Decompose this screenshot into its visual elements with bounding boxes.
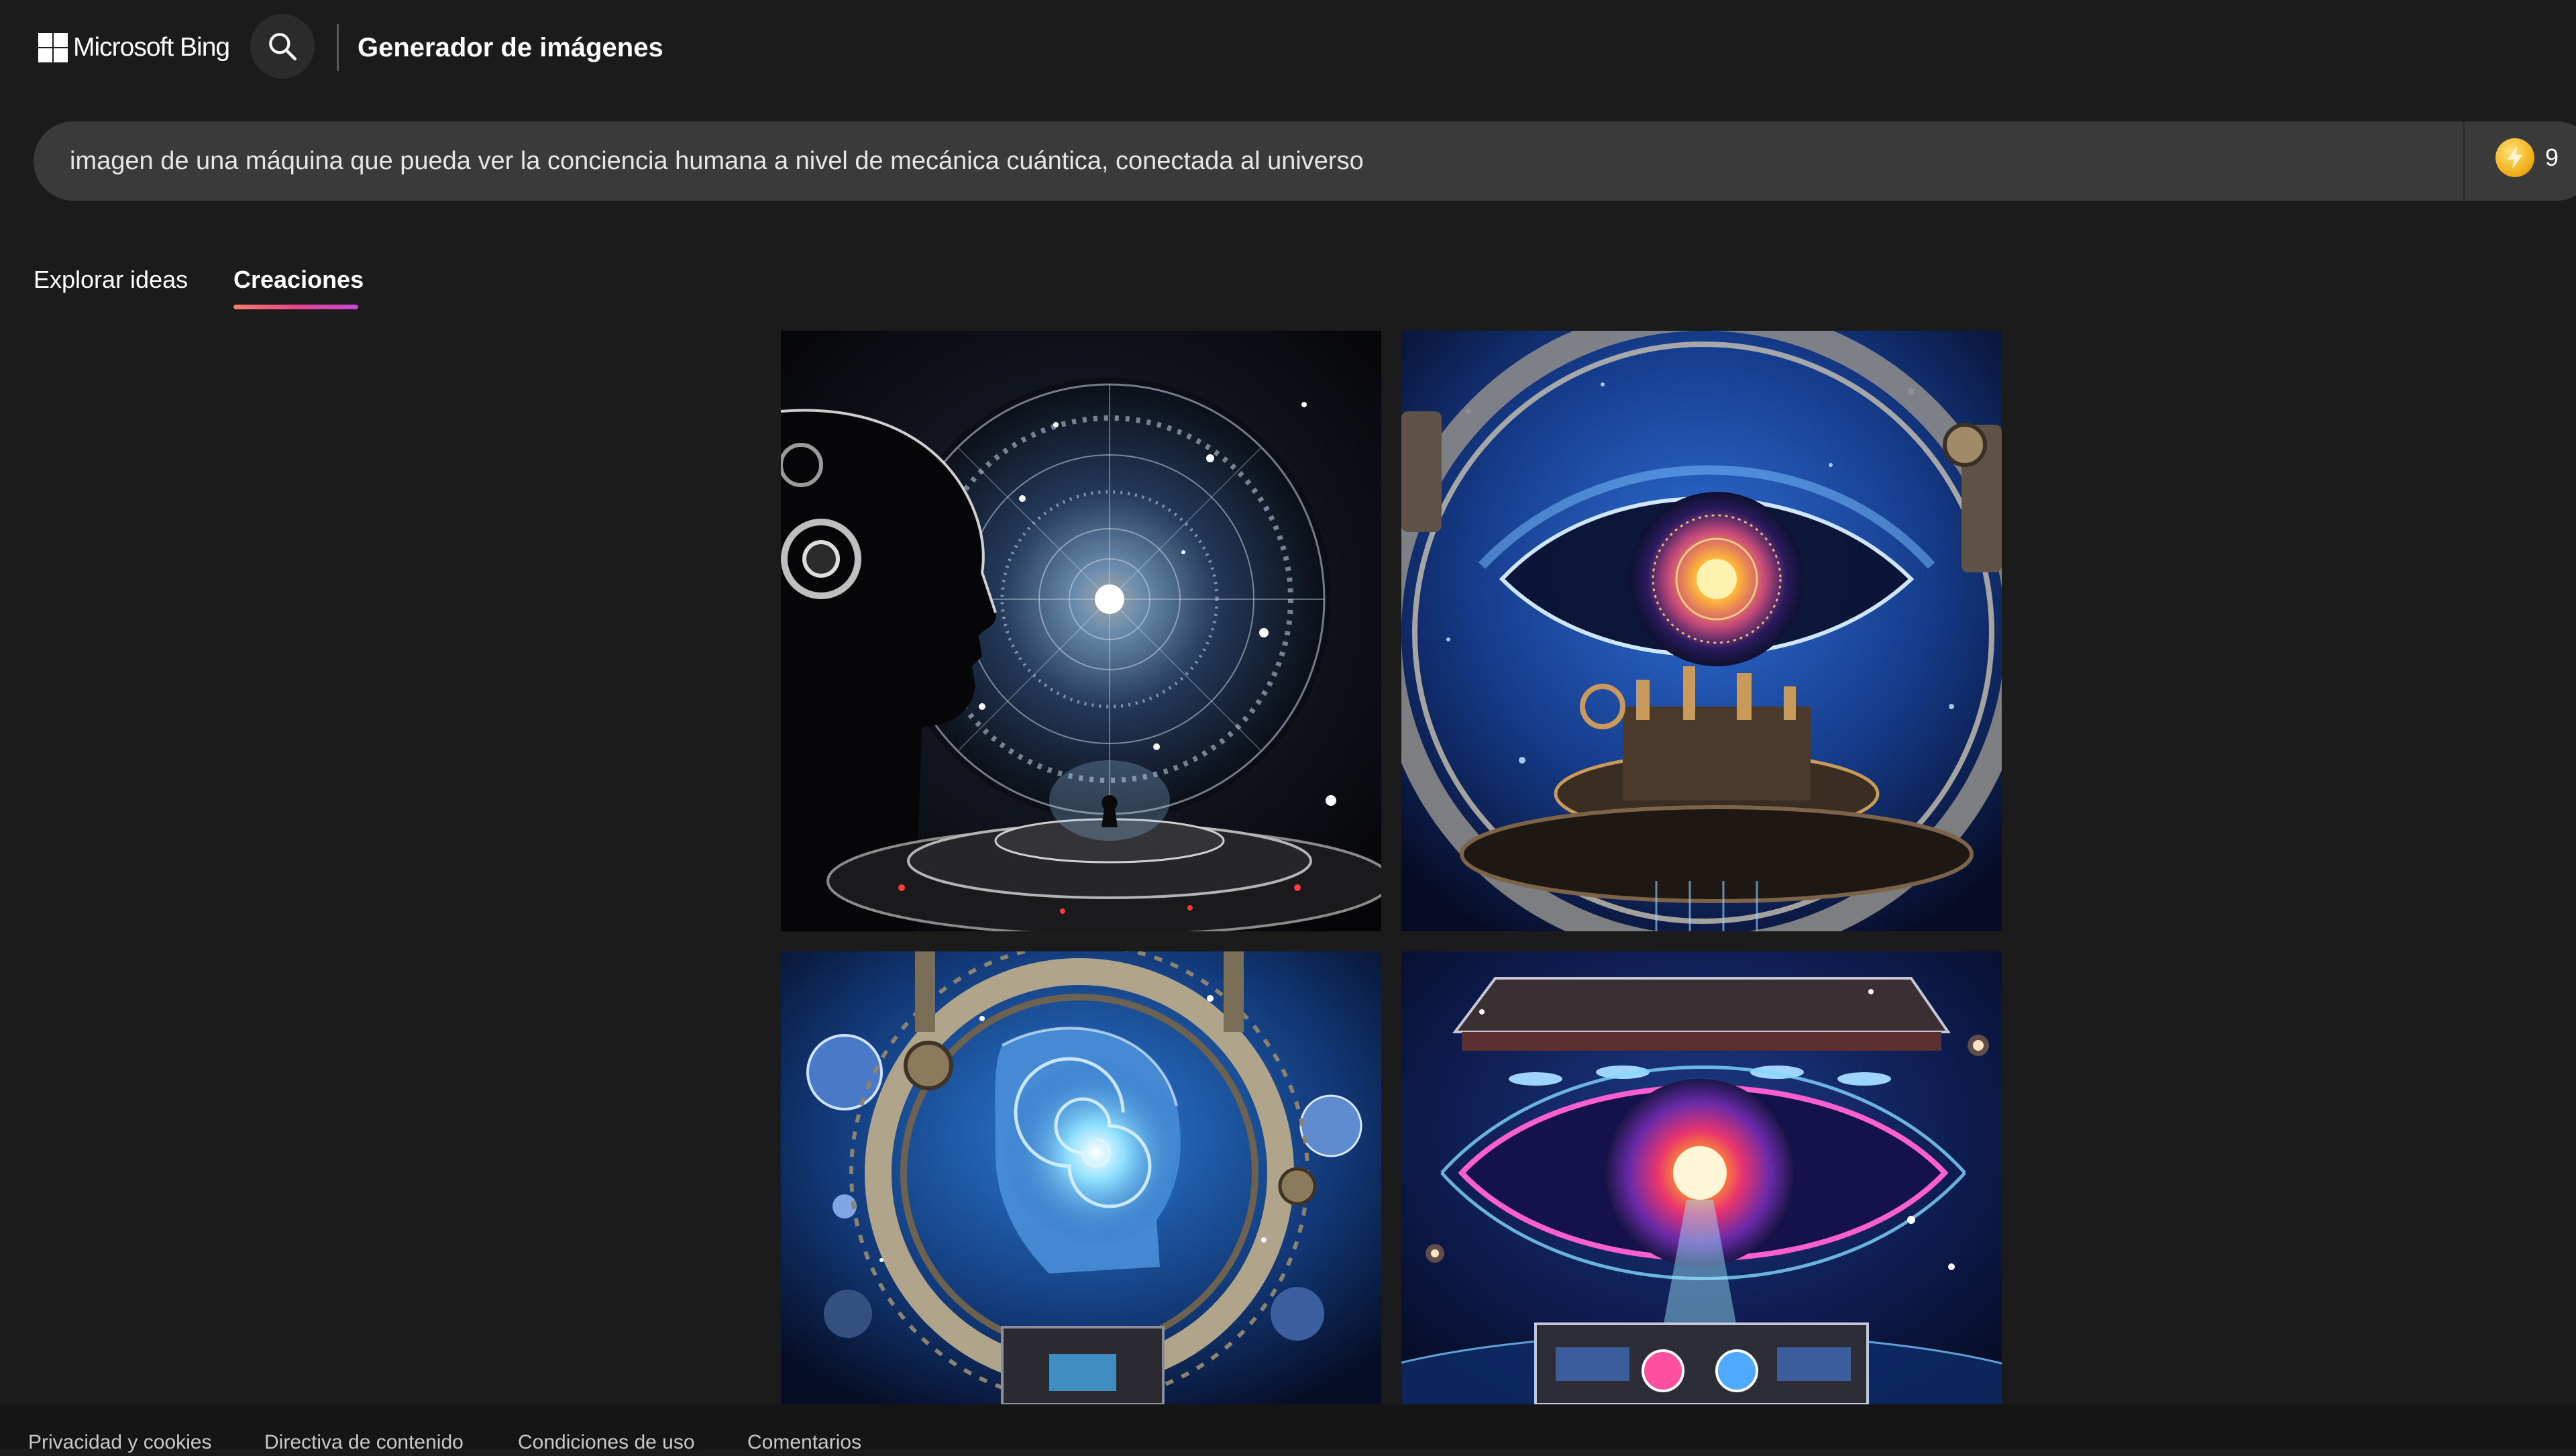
- prompt-separator: [2463, 121, 2465, 201]
- generated-image-4[interactable]: [1401, 951, 2002, 1404]
- footer: Privacidad y cookies Directiva de conten…: [0, 1404, 2576, 1453]
- footer-link-privacidad[interactable]: Privacidad y cookies: [28, 1429, 211, 1456]
- generated-image-2[interactable]: [1401, 331, 2002, 931]
- prompt-input[interactable]: imagen de una máquina que pueda ver la c…: [34, 121, 2576, 201]
- windows-logo-icon: [38, 33, 68, 62]
- generated-image-3[interactable]: [781, 951, 1381, 1404]
- tab-explorar-ideas[interactable]: Explorar ideas: [34, 263, 188, 297]
- active-tab-indicator: [233, 305, 358, 309]
- header-divider: [337, 24, 339, 71]
- footer-link-condiciones[interactable]: Condiciones de uso: [518, 1429, 695, 1456]
- search-icon: [269, 33, 297, 61]
- tab-creaciones[interactable]: Creaciones: [233, 263, 364, 297]
- generated-image-1[interactable]: [781, 331, 1381, 931]
- lightning-coin-icon: [2496, 138, 2534, 177]
- page-title: Generador de imágenes: [358, 33, 663, 62]
- footer-link-comentarios[interactable]: Comentarios: [747, 1429, 861, 1456]
- brand-name: Microsoft Bing: [73, 33, 230, 62]
- search-button[interactable]: [250, 14, 315, 79]
- microsoft-bing-logo[interactable]: Microsoft Bing: [38, 31, 230, 64]
- prompt-text[interactable]: imagen de una máquina que pueda ver la c…: [70, 121, 1364, 201]
- footer-link-directiva[interactable]: Directiva de contenido: [264, 1429, 464, 1456]
- boost-counter[interactable]: 9: [2496, 138, 2559, 177]
- boost-count: 9: [2545, 144, 2559, 171]
